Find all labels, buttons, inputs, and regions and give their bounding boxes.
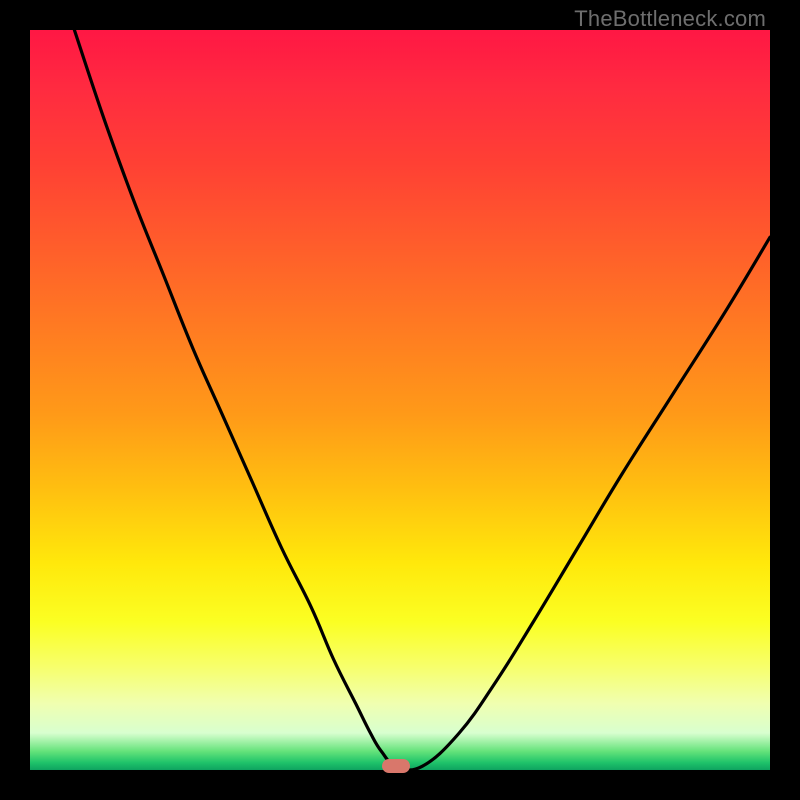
bottleneck-curve — [30, 30, 770, 770]
plot-area — [30, 30, 770, 770]
watermark-text: TheBottleneck.com — [574, 6, 766, 32]
minimum-marker — [382, 759, 410, 773]
chart-frame: TheBottleneck.com — [0, 0, 800, 800]
